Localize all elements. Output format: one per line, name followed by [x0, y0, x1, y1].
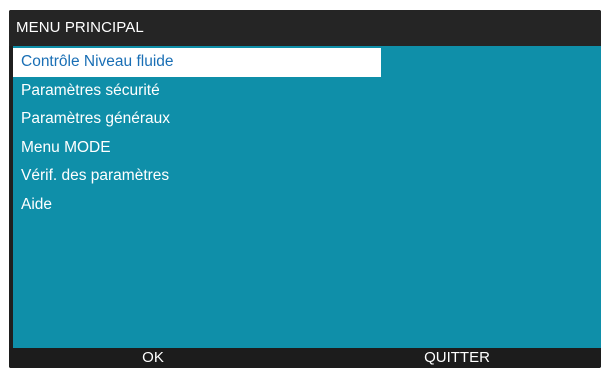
menu-item-parametres-securite[interactable]: Paramètres sécurité	[13, 77, 381, 106]
menu-title: MENU PRINCIPAL	[9, 10, 601, 46]
menu-item-controle-niveau-fluide[interactable]: Contrôle Niveau fluide	[13, 48, 381, 77]
menu-item-verif-parametres[interactable]: Vérif. des paramètres	[13, 162, 381, 191]
ok-button[interactable]: OK	[9, 348, 301, 368]
softkey-bar: OK QUITTER	[9, 348, 601, 368]
menu-panel: Contrôle Niveau fluide Paramètres sécuri…	[13, 46, 601, 348]
menu-item-aide[interactable]: Aide	[13, 191, 381, 220]
menu-item-menu-mode[interactable]: Menu MODE	[13, 134, 381, 163]
menu-list: Contrôle Niveau fluide Paramètres sécuri…	[13, 48, 381, 219]
menu-item-parametres-generaux[interactable]: Paramètres généraux	[13, 105, 381, 134]
display-screen: MENU PRINCIPAL Contrôle Niveau fluide Pa…	[9, 10, 601, 368]
quit-button[interactable]: QUITTER	[301, 348, 601, 368]
